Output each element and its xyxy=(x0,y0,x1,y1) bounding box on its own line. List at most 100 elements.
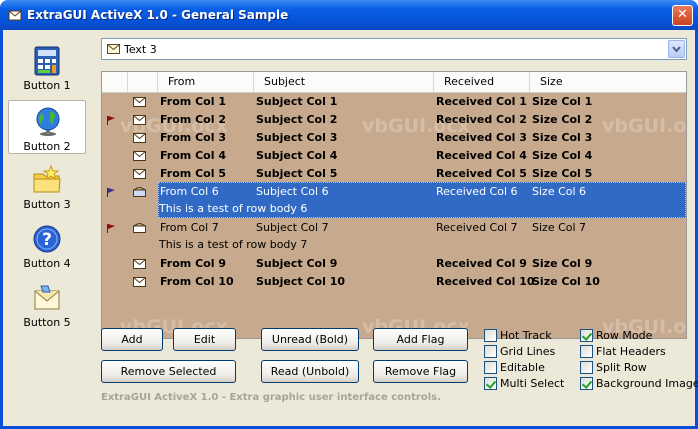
cell-received: Received Col 5 xyxy=(436,167,527,180)
row-body-text: This is a test of row body 6 xyxy=(159,202,308,215)
sidebar-button-3[interactable]: Button 3 xyxy=(8,159,86,213)
cell-from: From Col 4 xyxy=(160,149,226,162)
unread-bold-button[interactable]: Unread (Bold) xyxy=(261,328,359,351)
checkbox-label: Split Row xyxy=(596,361,647,374)
unread-mail-icon xyxy=(133,151,146,161)
cell-subject: Subject Col 6 xyxy=(256,185,329,198)
edit-button[interactable]: Edit xyxy=(173,328,236,351)
cell-received: Received Col 4 xyxy=(436,149,527,162)
checkbox-box[interactable] xyxy=(580,377,593,390)
cell-from: From Col 7 xyxy=(160,221,219,234)
table-row[interactable]: From Col 6 Subject Col 6 Received Col 6 Siz… xyxy=(102,182,686,218)
sidebar-button-label: Button 2 xyxy=(23,140,71,153)
sidebar-button-label: Button 3 xyxy=(23,198,71,211)
app-icon xyxy=(8,10,22,21)
cell-from: From Col 2 xyxy=(160,113,226,126)
cell-subject: Subject Col 4 xyxy=(256,149,338,162)
sidebar-button-5[interactable]: Button 5 xyxy=(8,277,86,331)
checkbox-label: Multi Select xyxy=(500,377,565,390)
cell-subject: Subject Col 2 xyxy=(256,113,338,126)
sidebar-button-4[interactable]: ? Button 4 xyxy=(8,218,86,272)
cell-received: Received Col 1 xyxy=(436,95,527,108)
table-row[interactable]: From Col 2 Subject Col 2 Received Col 2 Siz… xyxy=(102,110,686,128)
checkbox-box[interactable] xyxy=(484,361,497,374)
list-header: From Subject Received Size xyxy=(102,72,686,93)
cell-size: Size Col 7 xyxy=(532,221,587,234)
sidebar-button-2[interactable]: Button 2 xyxy=(8,100,86,154)
header-from[interactable]: From xyxy=(158,72,254,92)
table-row[interactable]: From Col 1 Subject Col 1 Received Col 1 Siz… xyxy=(102,92,686,110)
remove-flag-button[interactable]: Remove Flag xyxy=(373,360,468,383)
cell-size: Size Col 4 xyxy=(532,149,593,162)
table-row[interactable]: From Col 5 Subject Col 5 Received Col 5 Siz… xyxy=(102,164,686,182)
cell-from: From Col 5 xyxy=(160,167,226,180)
table-row[interactable]: From Col 10 Subject Col 10 Received Col 10… xyxy=(102,272,686,290)
unread-mail-icon xyxy=(133,277,146,287)
message-list[interactable]: vbGUI.ocx vbGUI.ocx vbGUI.ocx vbGUI.ocx … xyxy=(101,71,687,339)
add-button[interactable]: Add xyxy=(101,328,163,351)
flag-icon[interactable] xyxy=(106,223,116,233)
unread-mail-icon xyxy=(133,133,146,143)
checkbox-box[interactable] xyxy=(484,329,497,342)
text-combo-box[interactable]: Text 3 xyxy=(101,38,687,60)
cell-from: From Col 9 xyxy=(160,257,226,270)
read-unbold-button[interactable]: Read (Unbold) xyxy=(261,360,359,383)
header-subject[interactable]: Subject xyxy=(254,72,434,92)
table-row[interactable]: From Col 9 Subject Col 9 Received Col 9 Siz… xyxy=(102,254,686,272)
checkbox-label: Flat Headers xyxy=(596,345,666,358)
unread-mail-icon xyxy=(133,97,146,107)
combo-value: Text 3 xyxy=(124,43,157,56)
cell-from: From Col 10 xyxy=(160,275,234,288)
checkbox-label: Hot Track xyxy=(500,329,552,342)
window-title: ExtraGUI ActiveX 1.0 - General Sample xyxy=(27,8,289,22)
header-received[interactable]: Received xyxy=(434,72,530,92)
cell-from: From Col 3 xyxy=(160,131,226,144)
cell-received: Received Col 10 xyxy=(436,275,535,288)
checkbox-box[interactable] xyxy=(580,361,593,374)
cell-received: Received Col 3 xyxy=(436,131,527,144)
header-icon[interactable] xyxy=(128,72,158,92)
checkbox-box[interactable] xyxy=(484,377,497,390)
checkbox-label: Editable xyxy=(500,361,545,374)
add-flag-button[interactable]: Add Flag xyxy=(373,328,468,351)
client-area: Button 1 Button 2 Button 3 ? Button 4 Bu… xyxy=(3,30,698,426)
header-size[interactable]: Size xyxy=(530,72,686,92)
unread-mail-icon xyxy=(133,115,146,125)
help-icon: ? xyxy=(33,225,61,253)
cell-received: Received Col 9 xyxy=(436,257,527,270)
calculator-icon xyxy=(34,46,60,76)
cell-received: Received Col 6 xyxy=(436,185,518,198)
sidebar-button-label: Button 5 xyxy=(23,316,71,329)
row-body-text: This is a test of row body 7 xyxy=(159,238,308,251)
chevron-down-icon xyxy=(672,46,681,53)
remove-selected-button[interactable]: Remove Selected xyxy=(101,360,236,383)
table-row[interactable]: From Col 7 Subject Col 7 Received Col 7 Siz… xyxy=(102,218,686,254)
header-flag[interactable] xyxy=(102,72,128,92)
sidebar-button-1[interactable]: Button 1 xyxy=(8,40,86,94)
checkbox-label: Background Image xyxy=(596,377,698,390)
footer-caption: ExtraGUI ActiveX 1.0 - Extra graphic use… xyxy=(101,392,441,403)
cell-size: Size Col 2 xyxy=(532,113,593,126)
checkbox-box[interactable] xyxy=(580,329,593,342)
close-button[interactable]: ✕ xyxy=(672,5,693,26)
cell-received: Received Col 7 xyxy=(436,221,518,234)
cell-from: From Col 1 xyxy=(160,95,226,108)
sidebar-button-label: Button 4 xyxy=(23,257,71,270)
cell-size: Size Col 6 xyxy=(532,185,587,198)
globe-icon xyxy=(36,107,60,136)
table-row[interactable]: From Col 3 Subject Col 3 Received Col 3 Siz… xyxy=(102,128,686,146)
app-window: ExtraGUI ActiveX 1.0 - General Sample ✕ … xyxy=(0,0,698,429)
unread-mail-icon xyxy=(133,259,146,269)
combo-dropdown-button[interactable] xyxy=(668,40,685,58)
cell-subject: Subject Col 3 xyxy=(256,131,338,144)
cell-size: Size Col 10 xyxy=(532,275,600,288)
svg-text:?: ? xyxy=(42,230,52,250)
cell-subject: Subject Col 9 xyxy=(256,257,338,270)
flag-icon[interactable] xyxy=(106,115,116,125)
title-bar[interactable]: ExtraGUI ActiveX 1.0 - General Sample ✕ xyxy=(0,0,698,30)
cell-size: Size Col 1 xyxy=(532,95,593,108)
checkbox-box[interactable] xyxy=(580,345,593,358)
table-row[interactable]: From Col 4 Subject Col 4 Received Col 4 Siz… xyxy=(102,146,686,164)
checkbox-box[interactable] xyxy=(484,345,497,358)
flag-icon[interactable] xyxy=(106,187,116,197)
